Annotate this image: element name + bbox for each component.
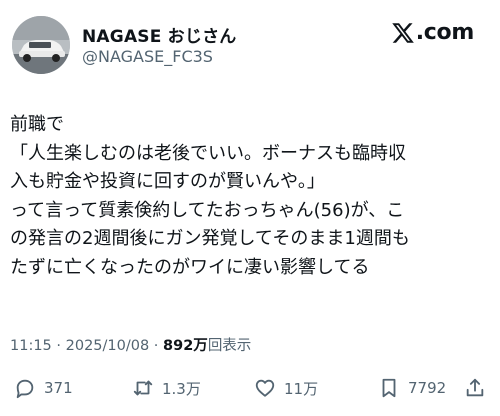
tweet-line: って言って質素倹約してたおっちゃん(56)が、こ: [10, 199, 405, 221]
post-meta: 11:15 · 2025/10/08 · 892万回表示: [10, 334, 251, 355]
car-photo-avatar-icon: [12, 16, 70, 74]
reply-icon: [16, 379, 34, 399]
display-name[interactable]: NAGASE おじさん: [82, 22, 236, 47]
reply-button[interactable]: 371: [14, 372, 73, 404]
tweet-line: 前職で: [10, 114, 64, 135]
share-icon: [466, 378, 484, 397]
views-count: 892万: [163, 338, 208, 354]
like-button[interactable]: 11万: [254, 372, 318, 404]
meta-separator: ·: [149, 338, 164, 354]
avatar[interactable]: [12, 16, 70, 74]
reply-count: 371: [44, 379, 73, 397]
share-button[interactable]: [464, 372, 486, 404]
retweet-button[interactable]: 1.3万: [132, 372, 201, 404]
bookmark-count: 7792: [408, 379, 447, 397]
views-label: 回表示: [207, 338, 252, 354]
x-logo-icon: [392, 22, 414, 43]
tweet-line: 「人生楽しむのは老後でいい。ボーナスも臨時収: [10, 142, 406, 164]
tweet-line: の発言の2週間後にガン発覚してそのまま1週間も: [10, 228, 410, 249]
retweet-count: 1.3万: [162, 379, 201, 398]
brand-text: .com: [415, 20, 475, 45]
heart-icon: [255, 379, 275, 397]
tweet-line: 入も貯金や投資に回すのが賢いんや。」: [10, 171, 325, 192]
post-time[interactable]: 11:15: [10, 338, 52, 354]
tweet-text: 前職で 「人生楽しむのは老後でいい。ボーナスも臨時収 入も貯金や投資に回すのが賢…: [10, 111, 490, 282]
tweet-line: たずに亡くなったのがワイに凄い影響してる: [10, 256, 370, 278]
bookmark-icon: [382, 378, 396, 398]
brand-logo: .com: [391, 20, 474, 45]
retweet-icon: [133, 380, 153, 396]
user-handle[interactable]: @NAGASE_FC3S: [82, 47, 213, 66]
bookmark-button[interactable]: 7792: [378, 372, 446, 404]
post-date[interactable]: 2025/10/08: [66, 338, 150, 354]
action-bar: 371 1.3万 11万 7792: [0, 372, 500, 404]
meta-separator: ·: [51, 338, 66, 354]
post-card: NAGASE おじさん @NAGASE_FC3S .com 前職で 「人生楽しむ…: [0, 0, 500, 416]
like-count: 11万: [284, 379, 319, 398]
